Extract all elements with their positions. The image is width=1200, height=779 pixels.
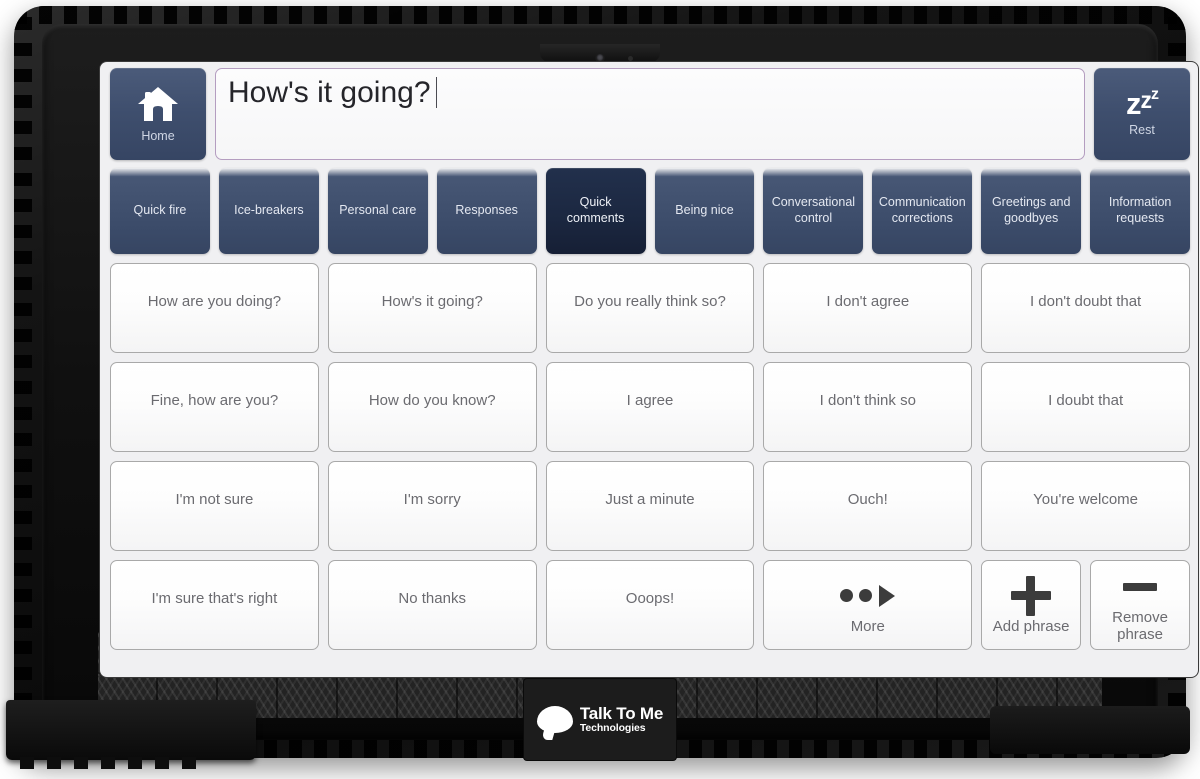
speech-bubble-icon (536, 706, 573, 733)
add-phrase-button-label: Add phrase (992, 617, 1070, 635)
tab-label: Conversational control (771, 195, 856, 225)
remove-phrase-button[interactable]: Remove phrase (1090, 560, 1190, 650)
phrase-cell[interactable]: I agree (545, 362, 755, 452)
phrase-cell[interactable]: Do you really think so? (545, 263, 755, 353)
phrase-label: I doubt that (1048, 391, 1124, 409)
brand-text: Talk To Me Technologies (579, 704, 664, 734)
tab-label: Quick fire (133, 203, 187, 218)
phrase-label: I don't agree (826, 292, 910, 310)
category-tab-bar: Quick fire Ice-breakers Personal care Respo… (110, 168, 1191, 254)
case-bumps-top (14, 6, 1186, 24)
phrase-grid: How are you doing? How's it going? Do you … (110, 263, 1190, 650)
tab-quick-fire[interactable]: Quick fire (110, 168, 210, 254)
zzz-medium: z (1140, 86, 1152, 113)
phrase-cell[interactable]: Fine, how are you? (110, 362, 319, 452)
device-kickstand (6, 700, 256, 769)
phrase-label: You're welcome (1033, 490, 1139, 508)
tab-ice-breakers[interactable]: Ice-breakers (218, 168, 319, 254)
phrase-label: Ouch! (847, 490, 888, 508)
phrase-cell[interactable]: Just a minute (545, 461, 755, 551)
phrase-label: I'm not sure (175, 490, 254, 508)
phrase-label: I agree (626, 391, 674, 409)
tab-responses[interactable]: Responses (436, 168, 537, 254)
device-rear-handle (990, 706, 1190, 754)
phrase-cell[interactable]: I'm sure that's right (110, 560, 319, 650)
tab-information-requests[interactable]: Information requests (1090, 168, 1191, 254)
home-button-label: Home (141, 129, 175, 143)
message-bar[interactable]: How's it going? (215, 68, 1085, 160)
tab-label: Ice-breakers (234, 203, 304, 218)
plus-icon (1011, 575, 1052, 616)
home-icon (138, 87, 178, 121)
phrase-label: Ooops! (625, 589, 675, 607)
tab-label: Being nice (675, 203, 734, 218)
brand-line-2: Technologies (579, 721, 646, 734)
zzz-large: z (1126, 85, 1141, 121)
rest-button[interactable]: z z z Rest (1094, 68, 1190, 160)
phrase-cell[interactable]: Ouch! (763, 461, 973, 551)
tab-label: Quick comments (566, 195, 625, 225)
phrase-label: I'm sorry (403, 490, 461, 508)
tab-conversational-control[interactable]: Conversational control (763, 168, 864, 254)
tab-greetings-and-goodbyes[interactable]: Greetings and goodbyes (981, 168, 1082, 254)
phrase-label: I don't think so (819, 391, 916, 409)
phrase-cell[interactable]: How's it going? (327, 263, 537, 353)
phrase-label: I don't doubt that (1029, 292, 1142, 310)
phrase-cell[interactable]: I doubt that (981, 362, 1190, 452)
add-phrase-button[interactable]: Add phrase (981, 560, 1082, 650)
phrase-label: Just a minute (605, 490, 695, 508)
top-toolbar: Home How's it going? z z z Rest (110, 68, 1190, 160)
phrase-cell[interactable]: Ooops! (545, 560, 755, 650)
remove-phrase-button-label: Remove phrase (1112, 609, 1168, 643)
tab-label: Responses (455, 203, 518, 218)
message-bar-content: How's it going? (228, 75, 1072, 110)
minus-icon (1123, 583, 1158, 592)
brand-plate: Talk To Me Technologies (524, 679, 676, 760)
device-inner-bezel: Talk To Me Technologies Home How's it go… (42, 24, 1198, 760)
phrase-cell[interactable]: I don't agree (763, 263, 973, 353)
phrase-cell[interactable]: How do you know? (327, 362, 537, 452)
sensor-icon (628, 56, 633, 61)
phrase-label: How's it going? (381, 292, 483, 310)
phrase-label: No thanks (398, 589, 466, 607)
tablet-screen: Home How's it going? z z z Rest Quick fi… (100, 62, 1198, 677)
tab-being-nice[interactable]: Being nice (654, 168, 755, 254)
phrase-label: How do you know? (368, 391, 496, 409)
screenshot-stage: Talk To Me Technologies Home How's it go… (0, 0, 1200, 779)
device-outer-case: Talk To Me Technologies Home How's it go… (14, 6, 1198, 760)
tab-label: Information requests (1108, 195, 1172, 225)
tab-personal-care[interactable]: Personal care (327, 168, 428, 254)
phrase-cell[interactable]: I'm sorry (327, 461, 537, 551)
phrase-cell[interactable]: I don't doubt that (981, 263, 1190, 353)
front-camera-icon (596, 54, 604, 61)
phrase-cell[interactable]: I'm not sure (110, 461, 319, 551)
message-bar-text: How's it going? (228, 76, 431, 109)
phrase-label: I'm sure that's right (151, 589, 278, 607)
tab-label: Greetings and goodbyes (991, 195, 1071, 225)
home-button[interactable]: Home (110, 68, 206, 160)
phrase-cell[interactable]: How are you doing? (110, 263, 319, 353)
tab-communication-corrections[interactable]: Communication corrections (872, 168, 973, 254)
text-caret (435, 77, 437, 109)
phrase-cell[interactable]: You're welcome (981, 461, 1190, 551)
tab-label: Communication corrections (878, 195, 966, 225)
more-button-label: More (850, 617, 885, 635)
phrase-label: Fine, how are you? (150, 391, 279, 409)
phrase-cell[interactable]: I don't think so (763, 362, 973, 452)
more-arrow-icon (840, 584, 896, 607)
sleep-zzz-icon: z z z (1126, 85, 1159, 121)
brand-line-1: Talk To Me (579, 704, 664, 724)
phrase-label: How are you doing? (147, 292, 282, 310)
phrase-label: Do you really think so? (574, 292, 726, 310)
zzz-small: z (1151, 85, 1159, 103)
tab-quick-comments[interactable]: Quick comments (545, 168, 646, 254)
case-bumps-left (14, 6, 32, 758)
more-button[interactable]: More (763, 560, 973, 650)
phrase-edit-actions: Add phrase Remove phrase (981, 560, 1190, 650)
rest-button-label: Rest (1129, 123, 1155, 138)
phrase-cell[interactable]: No thanks (327, 560, 537, 650)
tab-label: Personal care (339, 203, 417, 218)
